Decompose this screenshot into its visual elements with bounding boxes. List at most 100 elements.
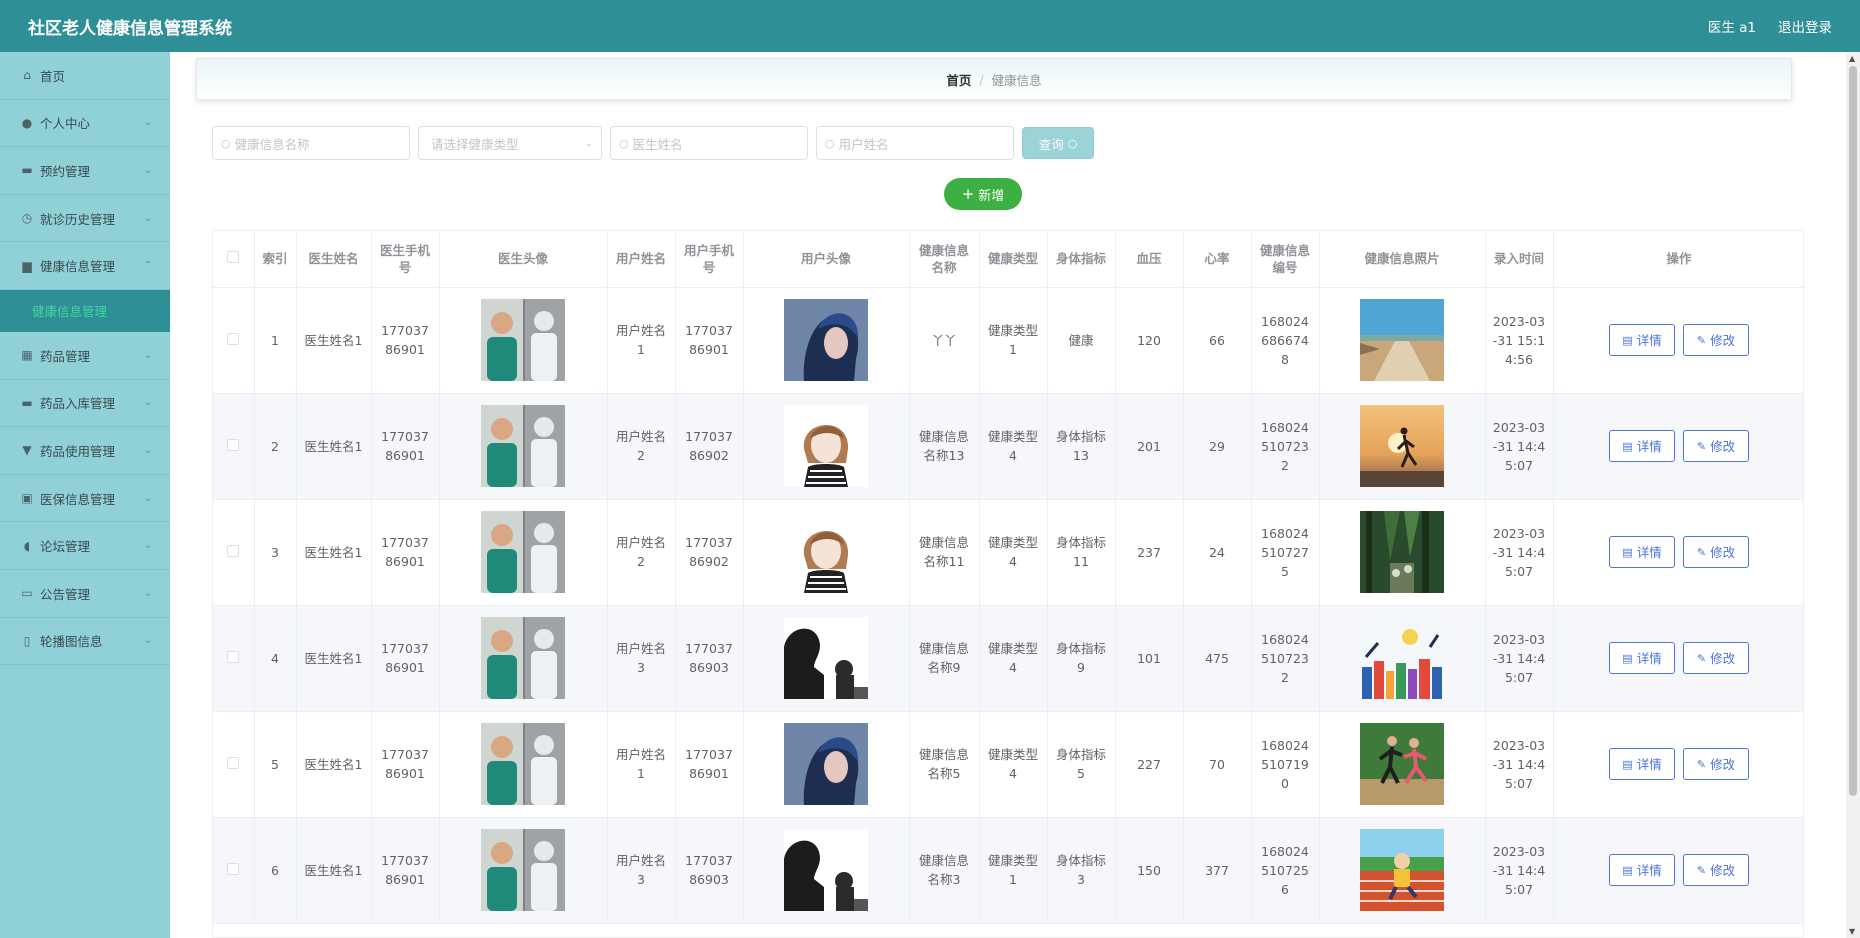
health-photo-image[interactable] bbox=[1319, 393, 1486, 500]
health-name-input[interactable]: ○ 健康信息名称 bbox=[212, 126, 410, 160]
user-avatar-image[interactable] bbox=[743, 711, 910, 818]
doctor-avatar-image[interactable] bbox=[439, 605, 608, 712]
user-avatar-image[interactable] bbox=[743, 605, 910, 712]
edit-button[interactable]: ✎ 修改 bbox=[1683, 536, 1749, 568]
heart-rate-cell: 66 bbox=[1183, 287, 1252, 394]
user-phone-cell: 17703786903 bbox=[675, 817, 744, 924]
chevron-down-icon: ⌄ bbox=[584, 137, 593, 149]
detail-button[interactable]: ▤ 详情 bbox=[1609, 324, 1675, 356]
health-code-cell: 1680245107232 bbox=[1251, 605, 1320, 712]
doctor-phone-cell: 17703786901 bbox=[371, 605, 440, 712]
health-code-cell: 1680245107190 bbox=[1251, 711, 1320, 818]
scroll-up-icon[interactable]: ▲ bbox=[1849, 54, 1855, 63]
query-button[interactable]: 查询 ○ bbox=[1022, 127, 1094, 159]
page-scrollbar[interactable]: ▲ ▼ bbox=[1846, 52, 1860, 938]
user-name-cell: 用户姓名2 bbox=[607, 499, 676, 606]
doctor-avatar-image[interactable] bbox=[439, 499, 608, 606]
sidebar-item-label: 论坛管理 bbox=[40, 539, 91, 555]
phone-icon: ▯ bbox=[23, 633, 31, 648]
sidebar-item[interactable]: ◖ 论坛管理 ⌄ bbox=[0, 522, 170, 570]
user-avatar-image[interactable] bbox=[743, 499, 910, 606]
row-checkbox-cell bbox=[213, 287, 255, 394]
row-checkbox[interactable] bbox=[227, 332, 240, 345]
user-avatar-image[interactable] bbox=[743, 393, 910, 500]
index-cell: 4 bbox=[254, 605, 297, 712]
add-button[interactable]: + 新增 bbox=[944, 178, 1022, 210]
detail-button[interactable]: ▤ 详情 bbox=[1609, 854, 1675, 886]
doctor-name-input[interactable]: ○ 医生姓名 bbox=[610, 126, 808, 160]
sidebar-subitem-health-info[interactable]: 健康信息管理 bbox=[0, 289, 170, 332]
doctor-avatar-image[interactable] bbox=[439, 287, 608, 394]
sidebar-item[interactable]: ▬ 预约管理 ⌄ bbox=[0, 147, 170, 195]
detail-button[interactable]: ▤ 详情 bbox=[1609, 642, 1675, 674]
chevron-down-icon: ⌄ bbox=[143, 587, 152, 599]
health-photo-image[interactable] bbox=[1319, 605, 1486, 712]
edit-button[interactable]: ✎ 修改 bbox=[1683, 748, 1749, 780]
health-info-table: 索引 医生姓名 医生手机号 医生头像 用户姓名 用户手机号 用户头像 健康信息名称 健康类型 身体… bbox=[212, 230, 1804, 938]
entry-time-cell: 2023-03-31 14:45:07 bbox=[1485, 499, 1554, 606]
chevron-down-icon: ⌄ bbox=[143, 444, 152, 456]
plus-icon: + bbox=[961, 185, 975, 203]
table-row: 2 医生姓名1 17703786901 用户姓名2 17703786902 健康信息名称1… bbox=[213, 393, 1803, 500]
health-name-cell: 健康信息名称13 bbox=[909, 393, 980, 500]
select-all-checkbox[interactable] bbox=[227, 251, 240, 264]
scroll-down-icon[interactable]: ▼ bbox=[1849, 927, 1855, 936]
sidebar-item[interactable]: ▭ 公告管理 ⌄ bbox=[0, 570, 170, 618]
header-user-area: 医生 a1 退出登录 bbox=[1708, 16, 1832, 36]
health-type-cell: 健康类型1 bbox=[979, 287, 1048, 394]
detail-button[interactable]: ▤ 详情 bbox=[1609, 430, 1675, 462]
edit-button[interactable]: ✎ 修改 bbox=[1683, 642, 1749, 674]
detail-button[interactable]: ▤ 详情 bbox=[1609, 748, 1675, 780]
user-name-input[interactable]: ○ 用户姓名 bbox=[816, 126, 1014, 160]
row-checkbox[interactable] bbox=[227, 862, 240, 875]
row-checkbox[interactable] bbox=[227, 438, 240, 451]
row-checkbox[interactable] bbox=[227, 650, 240, 663]
health-type-select[interactable]: 请选择健康类型 ⌄ bbox=[418, 126, 602, 160]
sidebar-item[interactable]: ▆ 健康信息管理 ⌃ bbox=[0, 242, 170, 290]
sidebar-item[interactable]: ● 个人中心 ⌄ bbox=[0, 100, 170, 148]
actions-cell: ▤ 详情 ✎ 修改 bbox=[1553, 499, 1803, 606]
edit-button[interactable]: ✎ 修改 bbox=[1683, 324, 1749, 356]
edit-icon: ✎ bbox=[1696, 651, 1707, 665]
current-user: 医生 a1 bbox=[1707, 20, 1756, 36]
sidebar-item[interactable]: ▬ 药品入库管理 ⌄ bbox=[0, 380, 170, 428]
health-type-cell: 健康类型1 bbox=[979, 817, 1048, 924]
sidebar-item[interactable]: ⌂ 首页 bbox=[0, 52, 170, 100]
user-avatar-image[interactable] bbox=[743, 817, 910, 924]
sidebar-item[interactable]: ▣ 医保信息管理 ⌄ bbox=[0, 475, 170, 523]
column-header: 心率 bbox=[1183, 231, 1252, 288]
health-photo-image[interactable] bbox=[1319, 499, 1486, 606]
actions-cell: ▤ 详情 ✎ 修改 bbox=[1553, 711, 1803, 818]
health-type-cell: 健康类型4 bbox=[979, 605, 1048, 712]
health-photo-image[interactable] bbox=[1319, 817, 1486, 924]
detail-button[interactable]: ▤ 详情 bbox=[1609, 536, 1675, 568]
edit-button[interactable]: ✎ 修改 bbox=[1683, 854, 1749, 886]
scroll-thumb[interactable] bbox=[1849, 66, 1857, 796]
sidebar-item[interactable]: ◷ 就诊历史管理 ⌄ bbox=[0, 195, 170, 243]
health-photo-image[interactable] bbox=[1319, 711, 1486, 818]
sidebar-item[interactable]: ▼ 药品使用管理 ⌄ bbox=[0, 427, 170, 475]
sidebar-item-label: 就诊历史管理 bbox=[40, 211, 116, 227]
doctor-phone-cell: 17703786901 bbox=[371, 287, 440, 394]
document-icon: ▤ bbox=[1622, 545, 1633, 559]
doctor-avatar-image[interactable] bbox=[439, 817, 608, 924]
sidebar: ⌂ 首页 ● 个人中心 ⌄ ▬ 预约管理 ⌄ ◷ 就诊历史管理 ⌄ ▆ 健康信息管理 ⌃ 健康信息管理 ▦ 药品… bbox=[0, 52, 170, 938]
row-checkbox[interactable] bbox=[227, 756, 240, 769]
column-header: 录入时间 bbox=[1485, 231, 1554, 288]
column-header: 血压 bbox=[1115, 231, 1184, 288]
box-icon: ▬ bbox=[21, 395, 33, 410]
doctor-name-cell: 医生姓名1 bbox=[296, 605, 372, 712]
blood-pressure-cell: 237 bbox=[1115, 499, 1184, 606]
edit-button[interactable]: ✎ 修改 bbox=[1683, 430, 1749, 462]
logout-link[interactable]: 退出登录 bbox=[1778, 16, 1832, 36]
health-photo-image[interactable] bbox=[1319, 287, 1486, 394]
doctor-name-cell: 医生姓名1 bbox=[296, 287, 372, 394]
breadcrumb-home[interactable]: 首页 bbox=[946, 70, 971, 89]
user-avatar-image[interactable] bbox=[743, 287, 910, 394]
sidebar-item[interactable]: ▦ 药品管理 ⌄ bbox=[0, 332, 170, 380]
sidebar-item[interactable]: ▯ 轮播图信息 ⌄ bbox=[0, 618, 170, 666]
row-checkbox[interactable] bbox=[227, 544, 240, 557]
doctor-avatar-image[interactable] bbox=[439, 393, 608, 500]
doctor-avatar-image[interactable] bbox=[439, 711, 608, 818]
sidebar-item-label: 药品使用管理 bbox=[40, 443, 116, 459]
